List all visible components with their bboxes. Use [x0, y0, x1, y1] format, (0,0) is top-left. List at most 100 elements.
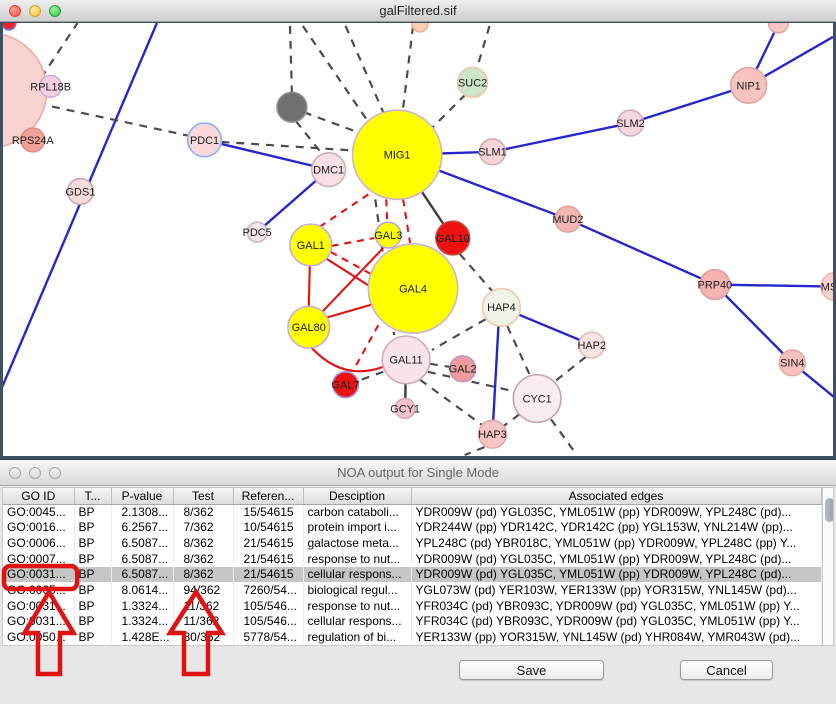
- table-cell[interactable]: GO:0050...: [3, 629, 74, 645]
- noa-window-titlebar[interactable]: NOA output for Single Mode: [0, 460, 836, 486]
- gray-node[interactable]: [277, 92, 307, 122]
- table-cell[interactable]: 21/54615: [233, 535, 303, 551]
- graph-edge[interactable]: [507, 326, 530, 376]
- table-cell[interactable]: BP: [74, 504, 111, 520]
- table-cell[interactable]: YDR244W (pp) YDR142C, YDR142C (pp) YGL15…: [411, 520, 821, 536]
- graph-edge[interactable]: [290, 23, 292, 93]
- graph-edge[interactable]: [460, 254, 494, 293]
- graph-edge[interactable]: [432, 94, 466, 128]
- table-cell[interactable]: 21/54615: [233, 567, 303, 583]
- graph-edge[interactable]: [296, 121, 323, 155]
- table-cell[interactable]: GO:0006...: [3, 535, 74, 551]
- table-cell[interactable]: YER133W (pp) YOR315W, YNL145W (pd) YHR08…: [411, 629, 821, 645]
- table-cell[interactable]: BP: [74, 535, 111, 551]
- table-cell[interactable]: 8.0614...: [111, 582, 173, 598]
- graph-window-titlebar[interactable]: galFiltered.sif: [0, 0, 836, 22]
- table-cell[interactable]: 10/54615: [233, 520, 303, 536]
- table-row[interactable]: GO:0031...BP6.5087...8/36221/54615cellul…: [3, 567, 821, 583]
- graph-edge[interactable]: [386, 199, 387, 221]
- column-header-associated-edges[interactable]: Associated edges: [411, 488, 821, 504]
- graph-edge[interactable]: [303, 26, 369, 122]
- clipped-node-topmid[interactable]: [412, 23, 428, 32]
- table-cell[interactable]: GO:0065...: [3, 582, 74, 598]
- table-cell[interactable]: galactose meta...: [303, 535, 411, 551]
- column-header-p-value[interactable]: P-value: [111, 488, 173, 504]
- table-cell[interactable]: 11/362: [173, 614, 233, 630]
- close-button-inactive[interactable]: [9, 467, 21, 479]
- graph-edge[interactable]: [309, 266, 310, 307]
- table-cell[interactable]: 7/362: [173, 520, 233, 536]
- graph-edge[interactable]: [358, 372, 383, 381]
- column-header-go-id[interactable]: GO ID: [3, 488, 74, 504]
- table-cell[interactable]: 8/362: [173, 504, 233, 520]
- graph-edge[interactable]: [551, 419, 577, 455]
- column-header-test[interactable]: Test: [173, 488, 233, 504]
- scrollbar-thumb[interactable]: [825, 498, 834, 522]
- table-cell[interactable]: YDR009W (pd) YGL035C, YML051W (pp) YDR00…: [411, 567, 821, 583]
- table-cell[interactable]: BP: [74, 567, 111, 583]
- table-cell[interactable]: response to nut...: [303, 598, 411, 614]
- table-cell[interactable]: cellular respons...: [303, 614, 411, 630]
- table-row[interactable]: GO:0045...BP2.1308...8/36215/54615carbon…: [3, 504, 821, 520]
- table-row[interactable]: GO:0050...BP1.428E...80/3625778/54...reg…: [3, 629, 821, 645]
- cancel-button[interactable]: Cancel: [680, 660, 773, 680]
- table-cell[interactable]: 11/362: [173, 598, 233, 614]
- graph-edge[interactable]: [715, 285, 833, 287]
- table-cell[interactable]: GO:0031...: [3, 614, 74, 630]
- graph-edge[interactable]: [503, 414, 519, 426]
- graph-edge[interactable]: [430, 364, 450, 367]
- graph-edge[interactable]: [304, 112, 363, 134]
- table-cell[interactable]: YGL073W (pd) YER103W, YER133W (pp) YOR31…: [411, 582, 821, 598]
- network-canvas[interactable]: RPL18BRPS24AGDS1PDC1DMC1SUC2MIG1SLM1SLM2…: [0, 22, 836, 459]
- clipped-node-topright[interactable]: [768, 23, 788, 33]
- table-cell[interactable]: 6.2567...: [111, 520, 173, 536]
- table-cell[interactable]: 94/362: [173, 582, 233, 598]
- graph-edge[interactable]: [492, 326, 498, 434]
- graph-edge[interactable]: [311, 347, 383, 371]
- table-cell[interactable]: 1.3324...: [111, 598, 173, 614]
- table-cell[interactable]: carbon cataboli...: [303, 504, 411, 520]
- table-cell[interactable]: 6.5087...: [111, 551, 173, 567]
- table-cell[interactable]: YDR009W (pd) YGL035C, YML051W (pp) YDR00…: [411, 504, 821, 520]
- table-cell[interactable]: regulation of bi...: [303, 629, 411, 645]
- table-row[interactable]: GO:0016...BP6.2567...7/36210/54615protei…: [3, 520, 821, 536]
- table-cell[interactable]: BP: [74, 598, 111, 614]
- graph-edge[interactable]: [477, 26, 490, 70]
- column-header-t-[interactable]: T...: [74, 488, 111, 504]
- table-cell[interactable]: GO:0031...: [3, 598, 74, 614]
- table-cell[interactable]: 5778/54...: [233, 629, 303, 645]
- graph-edge[interactable]: [420, 380, 483, 426]
- save-button[interactable]: Save: [459, 660, 604, 680]
- table-cell[interactable]: 105/546...: [233, 614, 303, 630]
- vertical-scrollbar[interactable]: [822, 488, 834, 645]
- zoom-button[interactable]: [49, 5, 61, 17]
- table-cell[interactable]: 105/546...: [233, 598, 303, 614]
- table-cell[interactable]: GO:0007...: [3, 551, 74, 567]
- table-row[interactable]: GO:0031...BP1.3324...11/362105/546...cel…: [3, 614, 821, 630]
- table-cell[interactable]: YPL248C (pd) YBR018C, YML051W (pp) YDR00…: [411, 535, 821, 551]
- minimize-button[interactable]: [29, 5, 41, 17]
- table-cell[interactable]: BP: [74, 629, 111, 645]
- table-cell[interactable]: GO:0016...: [3, 520, 74, 536]
- table-row[interactable]: GO:0031...BP1.3324...11/362105/546...res…: [3, 598, 821, 614]
- column-header-desciption[interactable]: Desciption: [303, 488, 411, 504]
- table-cell[interactable]: YFR034C (pd) YBR093C, YDR009W (pd) YGL03…: [411, 598, 821, 614]
- graph-edge[interactable]: [403, 26, 413, 108]
- close-button[interactable]: [9, 5, 21, 17]
- clipped-node-topleft[interactable]: [3, 23, 16, 30]
- table-cell[interactable]: 1.3324...: [111, 614, 173, 630]
- graph-edge[interactable]: [331, 252, 371, 274]
- table-cell[interactable]: BP: [74, 551, 111, 567]
- table-row[interactable]: GO:0065...BP8.0614...94/3627260/54...bio…: [3, 582, 821, 598]
- graph-edge[interactable]: [715, 285, 792, 363]
- table-cell[interactable]: 8/362: [173, 551, 233, 567]
- column-header-referen-[interactable]: Referen...: [233, 488, 303, 504]
- graph-edge[interactable]: [552, 357, 586, 384]
- table-cell[interactable]: 7260/54...: [233, 582, 303, 598]
- graph-edge[interactable]: [321, 194, 369, 226]
- table-cell[interactable]: cellular respons...: [303, 567, 411, 583]
- table-row[interactable]: GO:0007...BP6.5087...8/36221/54615respon…: [3, 551, 821, 567]
- graph-edge[interactable]: [568, 219, 715, 284]
- table-cell[interactable]: BP: [74, 582, 111, 598]
- table-cell[interactable]: 1.428E...: [111, 629, 173, 645]
